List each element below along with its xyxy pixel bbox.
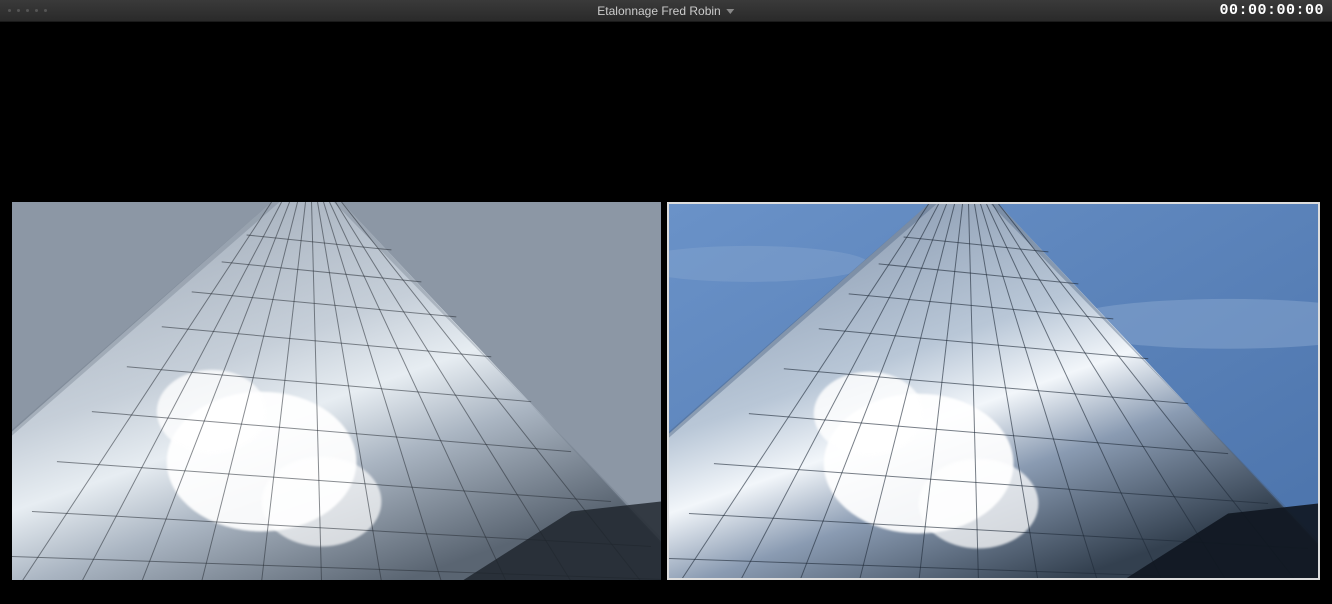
- dot-icon: [26, 9, 29, 12]
- titlebar: Etalonnage Fred Robin 00:00:00:00: [0, 0, 1332, 22]
- source-viewer[interactable]: [12, 202, 661, 580]
- project-title-label: Etalonnage Fred Robin: [597, 4, 720, 18]
- window-controls[interactable]: [8, 9, 47, 12]
- graded-image: [669, 204, 1318, 580]
- graded-viewer[interactable]: [667, 202, 1320, 580]
- dual-viewer: [12, 202, 1320, 580]
- project-title-dropdown[interactable]: Etalonnage Fred Robin: [597, 4, 734, 18]
- viewer-area: [0, 22, 1332, 604]
- dot-icon: [8, 9, 11, 12]
- timecode-display: 00:00:00:00: [1219, 2, 1324, 19]
- dot-icon: [17, 9, 20, 12]
- dot-icon: [35, 9, 38, 12]
- dot-icon: [44, 9, 47, 12]
- chevron-down-icon: [727, 9, 735, 14]
- source-image: [12, 202, 661, 580]
